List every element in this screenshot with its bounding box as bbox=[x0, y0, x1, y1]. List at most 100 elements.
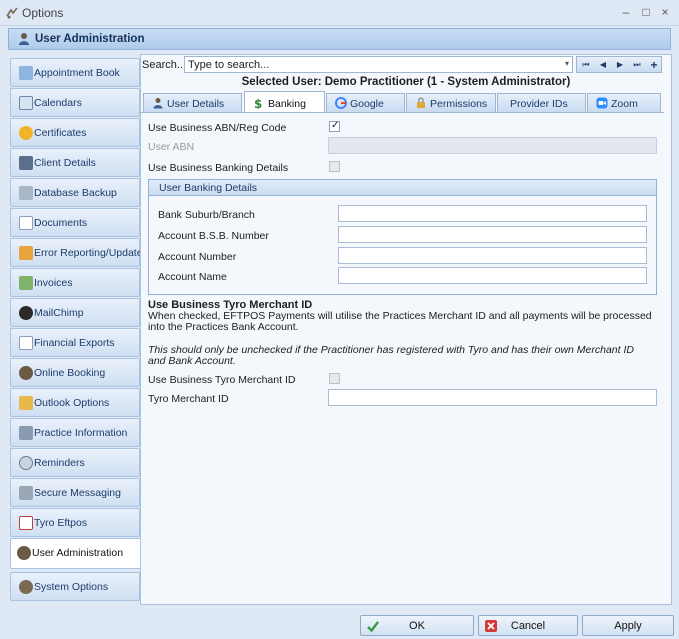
tyro-note: This should only be unchecked if the Pra… bbox=[148, 344, 634, 367]
sidebar-item-client-details[interactable]: Client Details bbox=[10, 148, 140, 177]
sidebar-item-label: Database Backup bbox=[34, 187, 117, 199]
sidebar-item-label: Certificates bbox=[34, 127, 87, 139]
gear-icon bbox=[19, 580, 33, 594]
tab-banking[interactable]: $ Banking bbox=[244, 91, 325, 113]
selected-user-heading: Selected User: Demo Practitioner (1 - Sy… bbox=[241, 76, 571, 88]
sidebar-item-label: MailChimp bbox=[34, 307, 84, 319]
tab-label: Zoom bbox=[611, 98, 638, 110]
invoice-icon bbox=[19, 276, 33, 290]
outlook-icon bbox=[19, 396, 33, 410]
sidebar-item-online-booking[interactable]: Online Booking bbox=[10, 358, 140, 387]
apply-button[interactable]: Apply bbox=[582, 615, 674, 636]
section-header-title: User Administration bbox=[35, 33, 145, 45]
account-name-field[interactable] bbox=[338, 267, 647, 284]
section-header: User Administration bbox=[8, 28, 671, 50]
lock-icon bbox=[417, 97, 425, 108]
sidebar-item-tyro-eftpos[interactable]: Tyro Eftpos bbox=[10, 508, 140, 537]
previous-record-button[interactable]: ◀ bbox=[596, 58, 610, 72]
use-business-abn-checkbox[interactable]: ✓ bbox=[329, 120, 340, 132]
sidebar-item-financial-exports[interactable]: Financial Exports bbox=[10, 328, 140, 357]
sidebar-item-label: Appointment Book bbox=[34, 67, 120, 79]
group-title: User Banking Details bbox=[159, 182, 258, 194]
sidebar-item-certificates[interactable]: Certificates bbox=[10, 118, 140, 147]
practice-icon bbox=[19, 426, 33, 440]
last-record-button[interactable]: ⏭ bbox=[630, 58, 644, 72]
bsb-number-field[interactable] bbox=[338, 226, 647, 243]
checkmark-icon: ✓ bbox=[331, 120, 340, 131]
options-sidebar: Appointment Book Calendars Certificates … bbox=[10, 55, 148, 605]
minimize-button[interactable]: – bbox=[617, 4, 635, 20]
tyro-merchant-id-field[interactable] bbox=[328, 389, 657, 406]
search-label: Search... bbox=[142, 59, 187, 71]
sidebar-item-label: Practice Information bbox=[34, 427, 128, 439]
next-record-button[interactable]: ▶ bbox=[613, 58, 627, 72]
user-abn-label: User ABN bbox=[148, 141, 195, 153]
bank-suburb-label: Bank Suburb/Branch bbox=[158, 209, 255, 221]
search-placeholder: Type to search... bbox=[188, 59, 270, 71]
sidebar-item-label: Client Details bbox=[34, 157, 96, 169]
first-record-button[interactable]: ⏮ bbox=[579, 58, 593, 72]
window-title: Options bbox=[22, 6, 64, 20]
sidebar-item-calendars[interactable]: Calendars bbox=[10, 88, 140, 117]
add-record-button[interactable]: + bbox=[647, 58, 661, 72]
sidebar-item-outlook-options[interactable]: Outlook Options bbox=[10, 388, 140, 417]
dollar-icon: $ bbox=[254, 97, 262, 109]
tab-user-details[interactable]: User Details bbox=[143, 93, 242, 112]
maximize-button[interactable]: □ bbox=[637, 4, 655, 20]
sidebar-item-system-options[interactable]: System Options bbox=[10, 572, 140, 601]
sidebar-item-secure-messaging[interactable]: Secure Messaging bbox=[10, 478, 140, 507]
use-business-banking-checkbox[interactable] bbox=[329, 161, 340, 172]
sidebar-item-label: Financial Exports bbox=[34, 337, 115, 349]
tab-google[interactable]: Google bbox=[326, 93, 405, 112]
apply-button-label: Apply bbox=[614, 620, 642, 632]
mailchimp-icon bbox=[19, 306, 33, 320]
google-icon bbox=[335, 97, 347, 109]
use-business-abn-label: Use Business ABN/Reg Code bbox=[148, 122, 287, 134]
account-number-field[interactable] bbox=[338, 247, 647, 264]
record-navigator: ⏮ ◀ ▶ ⏭ + bbox=[576, 56, 662, 73]
tab-zoom[interactable]: Zoom bbox=[587, 93, 661, 112]
sidebar-item-reminders[interactable]: Reminders bbox=[10, 448, 140, 477]
user-abn-field[interactable] bbox=[328, 137, 657, 154]
cancel-button[interactable]: Cancel bbox=[478, 615, 578, 636]
sidebar-item-user-administration[interactable]: User Administration bbox=[10, 538, 141, 569]
zoom-icon bbox=[596, 97, 608, 109]
sidebar-item-practice-information[interactable]: Practice Information bbox=[10, 418, 140, 447]
error-report-icon bbox=[19, 246, 33, 260]
sidebar-item-invoices[interactable]: Invoices bbox=[10, 268, 140, 297]
tab-label: Provider IDs bbox=[510, 98, 568, 110]
document-icon bbox=[19, 216, 33, 230]
clock-icon bbox=[19, 456, 33, 470]
tab-permissions[interactable]: Permissions bbox=[406, 93, 496, 112]
sidebar-item-database-backup[interactable]: Database Backup bbox=[10, 178, 140, 207]
sidebar-item-label: Outlook Options bbox=[34, 397, 110, 409]
use-tyro-merchant-checkbox[interactable] bbox=[329, 373, 340, 384]
bank-suburb-field[interactable] bbox=[338, 205, 647, 222]
user-icon bbox=[153, 98, 163, 109]
sidebar-item-documents[interactable]: Documents bbox=[10, 208, 140, 237]
tab-label: Banking bbox=[268, 98, 306, 110]
tyro-description: When checked, EFTPOS Payments will utili… bbox=[148, 310, 652, 333]
tab-label: User Details bbox=[167, 98, 225, 110]
search-input[interactable]: Type to search... ▾ bbox=[184, 56, 573, 73]
close-button[interactable]: × bbox=[656, 4, 674, 20]
tab-label: Google bbox=[350, 98, 384, 110]
calendar-icon bbox=[19, 66, 33, 80]
chevron-down-icon[interactable]: ▾ bbox=[565, 59, 569, 68]
calendar-18-icon bbox=[19, 96, 33, 110]
booking-user-icon bbox=[19, 366, 33, 380]
sidebar-item-mailchimp[interactable]: MailChimp bbox=[10, 298, 140, 327]
use-tyro-merchant-label: Use Business Tyro Merchant ID bbox=[148, 374, 296, 386]
bsb-number-label: Account B.S.B. Number bbox=[158, 230, 269, 242]
sidebar-item-label: Reminders bbox=[34, 457, 85, 469]
ok-button[interactable]: OK bbox=[360, 615, 474, 636]
tab-provider-ids[interactable]: Provider IDs bbox=[497, 93, 586, 112]
sidebar-item-label: Tyro Eftpos bbox=[34, 517, 88, 529]
title-bar: Options – □ × bbox=[0, 0, 679, 26]
award-icon bbox=[19, 126, 33, 140]
sidebar-item-error-reporting[interactable]: Error Reporting/Updates bbox=[10, 238, 148, 267]
sidebar-item-label: Error Reporting/Updates bbox=[34, 247, 148, 259]
user-icon bbox=[19, 33, 29, 45]
account-name-label: Account Name bbox=[158, 271, 227, 283]
sidebar-item-appointment-book[interactable]: Appointment Book bbox=[10, 58, 140, 87]
